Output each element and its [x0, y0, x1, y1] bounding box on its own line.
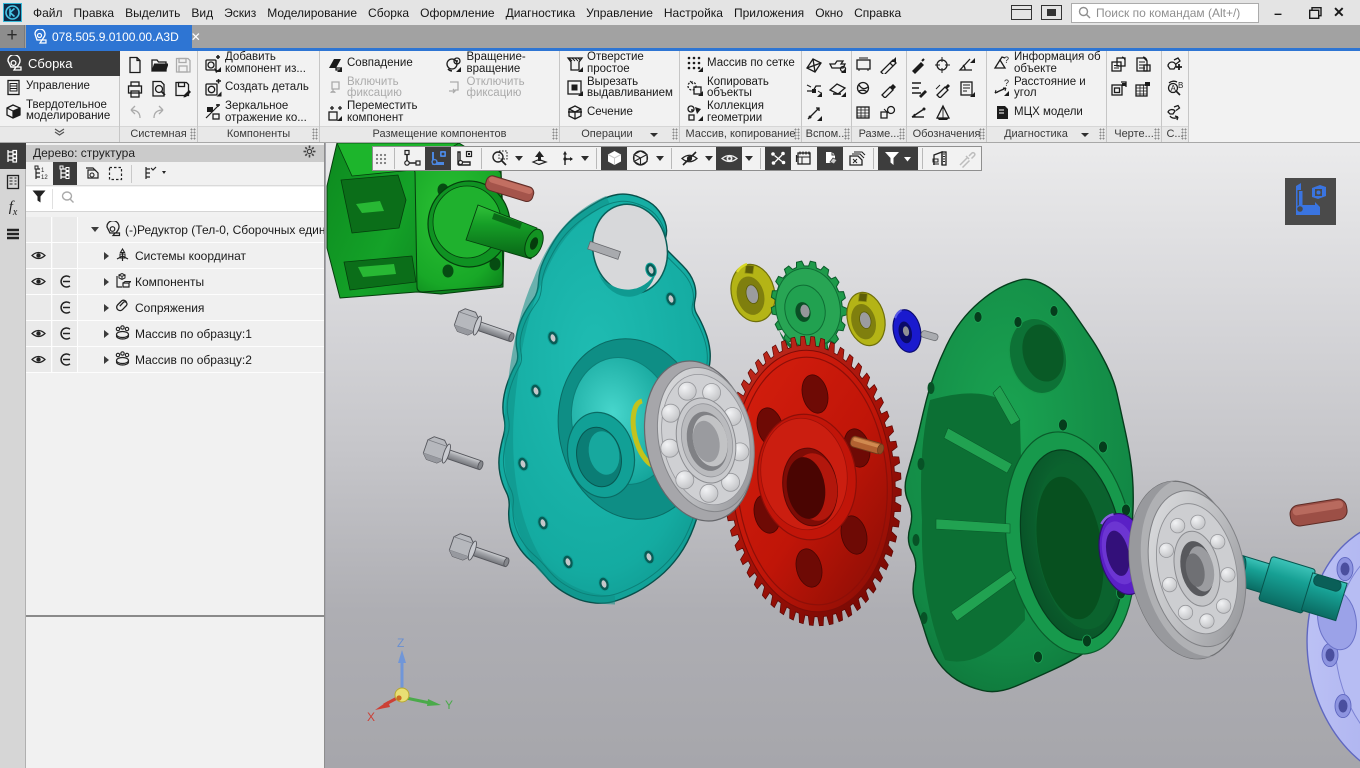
svg-text:1: 1	[41, 168, 45, 174]
svg-text:B: B	[1178, 81, 1183, 90]
svg-text:Y: Y	[445, 698, 453, 712]
svg-text:Z: Z	[397, 636, 404, 650]
svg-text:?: ?	[1004, 79, 1009, 88]
svg-text:X: X	[367, 710, 375, 724]
svg-text:?: ?	[1004, 55, 1009, 65]
svg-text:12: 12	[41, 175, 48, 181]
